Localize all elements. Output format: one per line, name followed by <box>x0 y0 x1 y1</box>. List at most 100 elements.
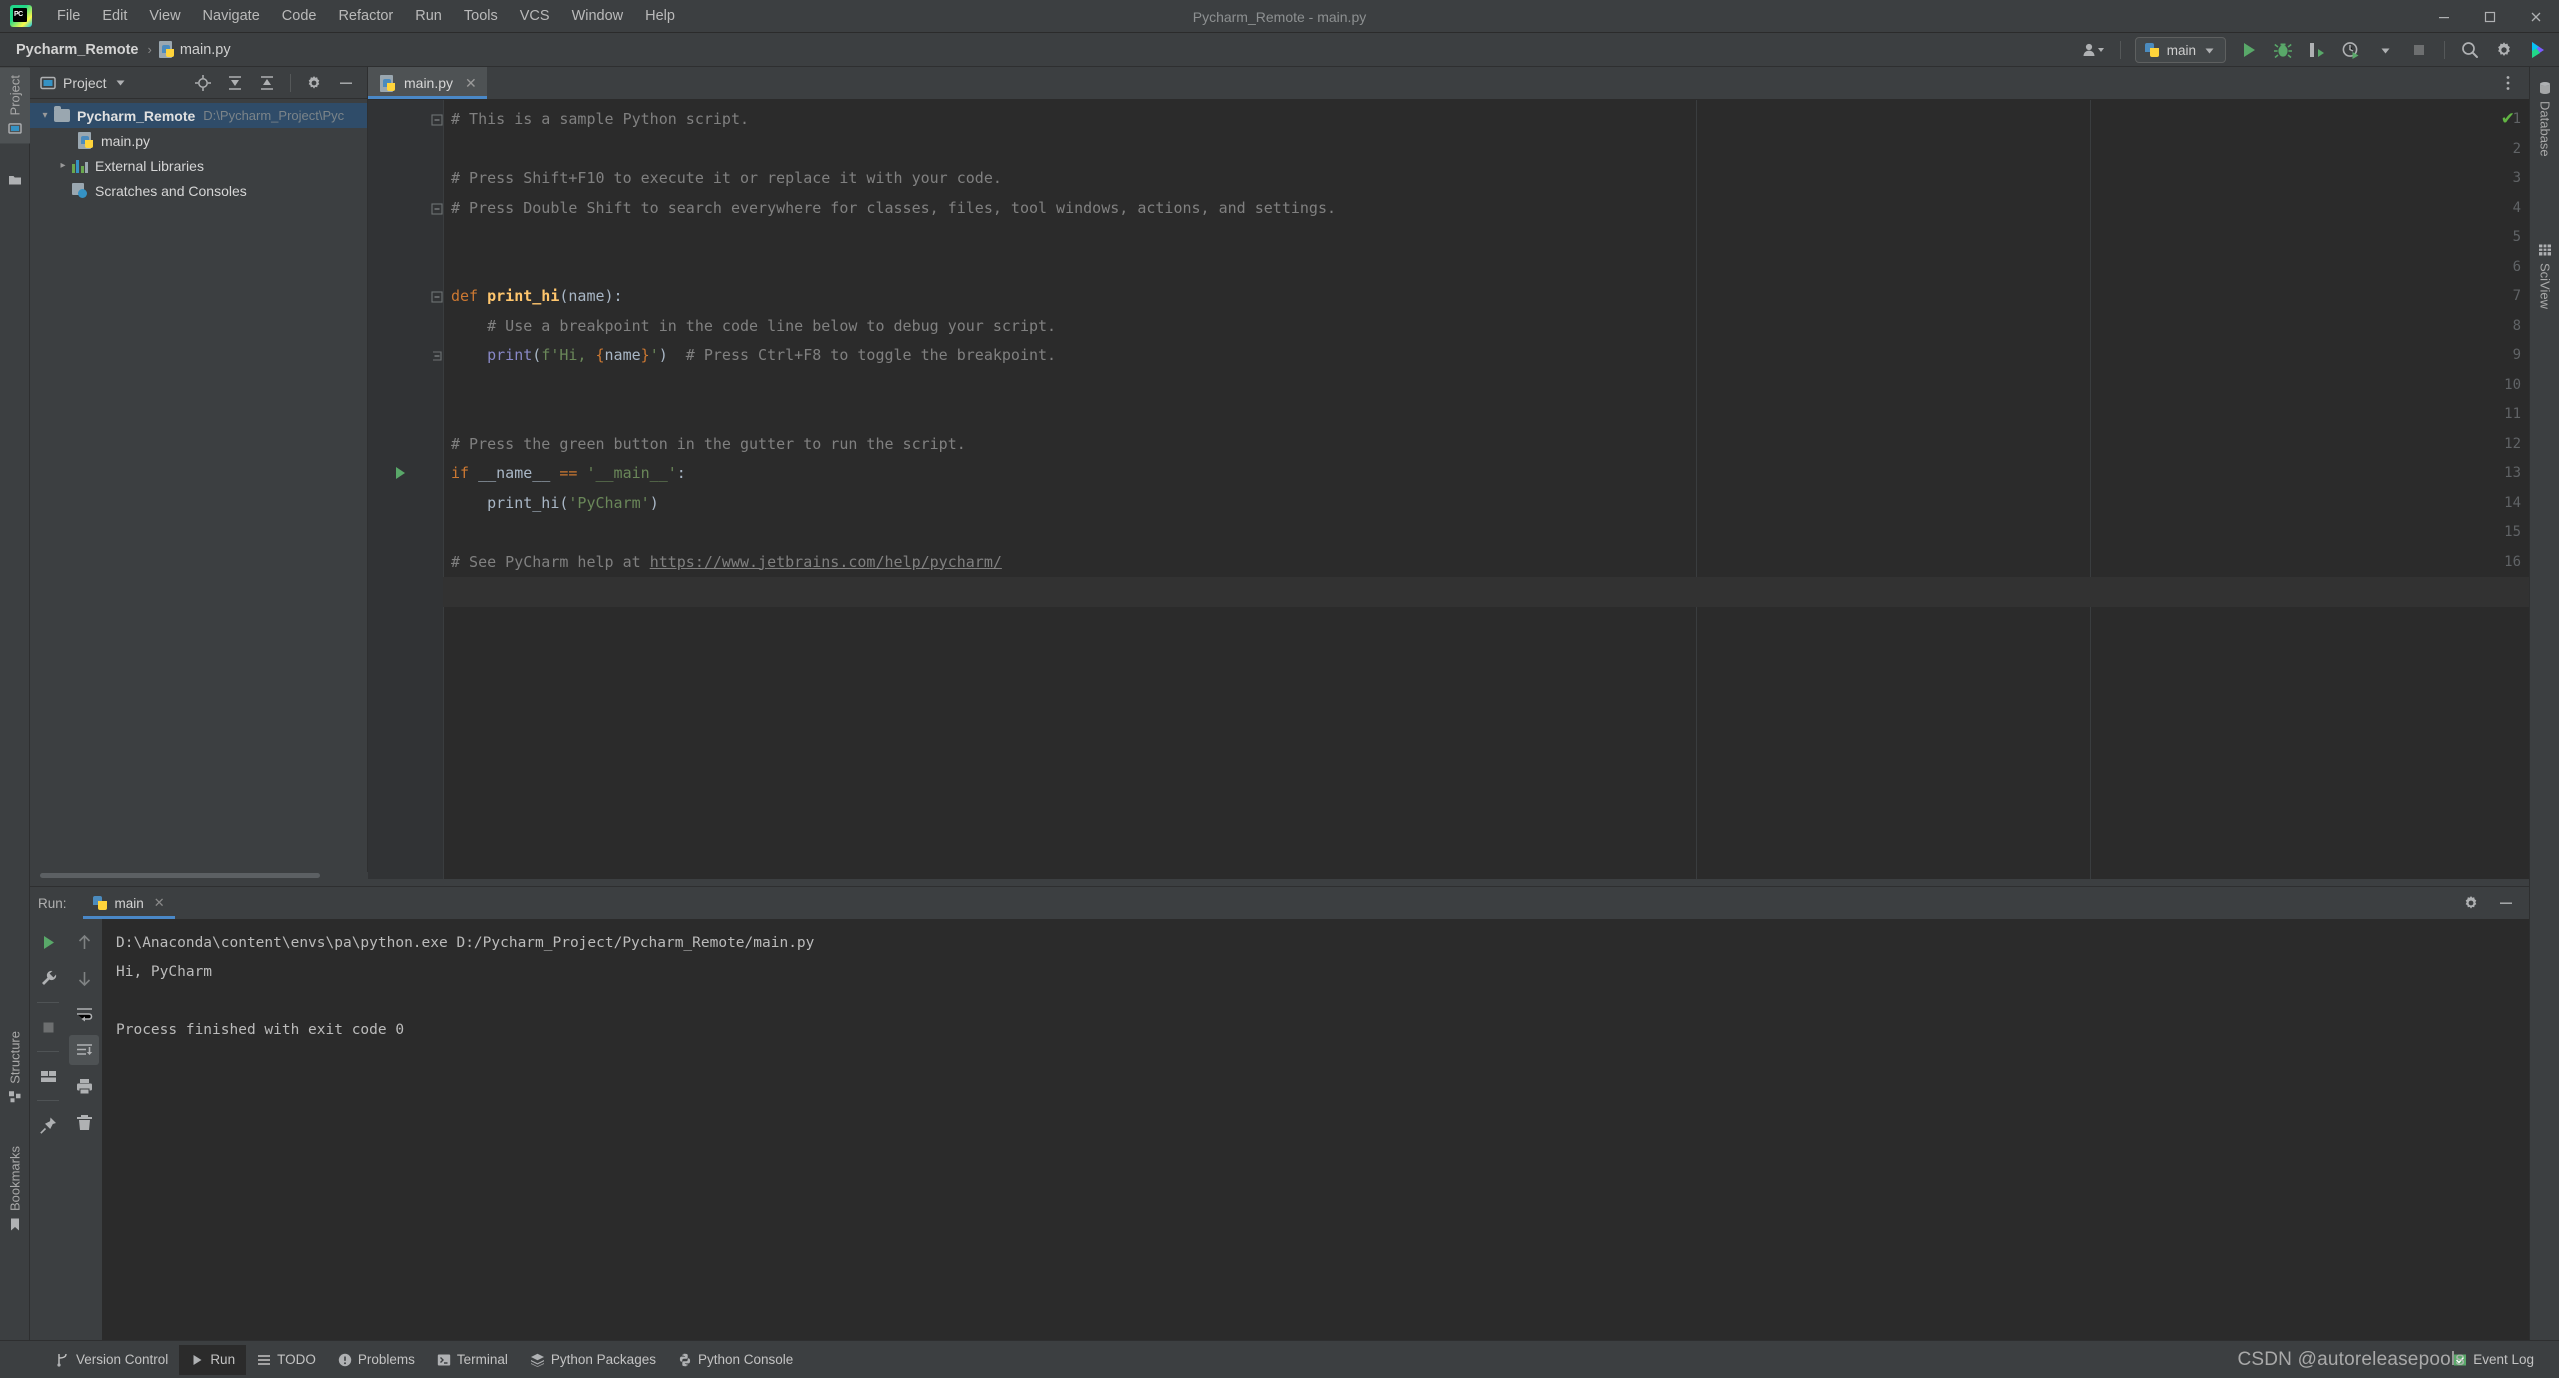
menu-file[interactable]: File <box>46 4 91 28</box>
sidebar-item-sciview[interactable]: SciView <box>2530 235 2559 317</box>
user-dropdown-icon[interactable] <box>2080 37 2110 63</box>
code-line[interactable] <box>443 400 2529 430</box>
code-fold-icon[interactable] <box>431 350 443 362</box>
code-line[interactable]: def print_hi(name): <box>443 282 2529 312</box>
breadcrumb-file[interactable]: main.py <box>155 39 235 60</box>
editor-more-options-icon[interactable] <box>2493 70 2523 96</box>
sidebar-item-structure[interactable]: Structure <box>0 1023 30 1112</box>
code-line[interactable]: # This is a sample Python script. <box>443 105 2529 135</box>
profile-dropdown-icon[interactable] <box>2370 37 2400 63</box>
settings-gear-icon[interactable] <box>299 70 329 96</box>
stop-button[interactable] <box>2404 37 2434 63</box>
code-line[interactable] <box>443 135 2529 165</box>
run-with-coverage-button[interactable] <box>2302 37 2332 63</box>
run-button[interactable] <box>2234 37 2264 63</box>
menu-navigate[interactable]: Navigate <box>192 4 271 28</box>
wrench-icon[interactable] <box>33 963 63 993</box>
code-line[interactable] <box>443 253 2529 283</box>
menu-vcs[interactable]: VCS <box>509 4 561 28</box>
minimize-button[interactable] <box>2421 0 2467 33</box>
code-line[interactable]: print(f'Hi, {name}') # Press Ctrl+F8 to … <box>443 341 2529 371</box>
code-fold-icon[interactable] <box>431 202 443 215</box>
project-panel-hscrollbar[interactable] <box>30 872 368 879</box>
menu-refactor[interactable]: Refactor <box>327 4 404 28</box>
code-line[interactable]: print_hi('PyCharm') <box>443 489 2529 519</box>
maximize-button[interactable] <box>2467 0 2513 33</box>
run-configuration-selector[interactable]: main <box>2134 37 2226 63</box>
gutter-run-icon[interactable] <box>394 466 407 480</box>
settings-gear-icon[interactable] <box>2456 890 2486 916</box>
scroll-up-icon[interactable] <box>69 927 99 957</box>
breadcrumb-project[interactable]: Pycharm_Remote <box>10 40 145 60</box>
status-item-version-control[interactable]: Version Control <box>44 1345 179 1375</box>
code-content[interactable]: # This is a sample Python script. # Press… <box>443 100 2529 879</box>
menu-view[interactable]: View <box>138 4 191 28</box>
scroll-to-end-icon[interactable] <box>69 1035 99 1065</box>
code-line[interactable] <box>443 577 2529 607</box>
status-item-terminal[interactable]: Terminal <box>426 1345 519 1375</box>
stop-button[interactable] <box>33 1012 63 1042</box>
code-line[interactable] <box>443 518 2529 548</box>
project-panel-title[interactable]: Project <box>40 75 127 91</box>
chevron-down-icon[interactable]: ▾ <box>36 110 54 121</box>
ai-assistant-icon[interactable] <box>2523 37 2553 63</box>
search-icon[interactable] <box>2455 37 2485 63</box>
close-run-tab-icon[interactable]: ✕ <box>154 895 165 911</box>
debug-button[interactable] <box>2268 37 2298 63</box>
hide-panel-icon[interactable] <box>331 70 361 96</box>
status-item-python-packages[interactable]: Python Packages <box>519 1345 667 1375</box>
menu-help[interactable]: Help <box>634 4 686 28</box>
scroll-down-icon[interactable] <box>69 963 99 993</box>
status-item-run[interactable]: Run <box>179 1344 247 1375</box>
hide-panel-icon[interactable] <box>2491 890 2521 916</box>
status-item-problems-label: Problems <box>357 1352 415 1367</box>
menu-window[interactable]: Window <box>561 4 635 28</box>
status-item-problems[interactable]: Problems <box>327 1345 426 1375</box>
run-tab-main[interactable]: main ✕ <box>82 887 175 919</box>
tree-item-mainpy[interactable]: main.py <box>30 128 367 153</box>
code-line[interactable]: # See PyCharm help at https://www.jetbra… <box>443 548 2529 578</box>
settings-gear-icon[interactable] <box>2489 37 2519 63</box>
menu-tools[interactable]: Tools <box>453 4 509 28</box>
run-console-output[interactable]: D:\Anaconda\content\envs\pa\python.exe D… <box>102 919 2529 1340</box>
tree-item-project-root[interactable]: ▾ Pycharm_Remote D:\Pycharm_Project\Pyc <box>30 103 367 128</box>
close-button[interactable] <box>2513 0 2559 33</box>
code-line[interactable] <box>443 223 2529 253</box>
chevron-right-icon[interactable]: ▸ <box>54 160 72 171</box>
editor-body[interactable]: ✔ 1234567891011121314151617 # This is a … <box>368 100 2529 879</box>
collapse-all-icon[interactable] <box>252 70 282 96</box>
pin-icon[interactable] <box>33 1110 63 1140</box>
sidebar-item-project[interactable]: Project <box>0 67 30 144</box>
code-fold-icon[interactable] <box>431 291 443 303</box>
sidebar-item-structure-label: Structure <box>7 1031 23 1084</box>
code-line[interactable]: # Press Shift+F10 to execute it or repla… <box>443 164 2529 194</box>
menu-code[interactable]: Code <box>271 4 328 28</box>
tree-item-scratches[interactable]: Scratches and Consoles <box>30 178 367 203</box>
sidebar-item-bookmarks-top[interactable] <box>0 165 30 195</box>
code-line[interactable] <box>443 371 2529 401</box>
menu-run[interactable]: Run <box>404 4 453 28</box>
tree-item-external-libraries[interactable]: ▸ External Libraries <box>30 153 367 178</box>
status-item-python-console[interactable]: Python Console <box>667 1345 804 1375</box>
soft-wrap-icon[interactable] <box>69 999 99 1029</box>
clear-all-icon[interactable] <box>69 1107 99 1137</box>
print-icon[interactable] <box>69 1071 99 1101</box>
rerun-button[interactable] <box>33 927 63 957</box>
code-line[interactable]: # Press Double Shift to search everywher… <box>443 194 2529 224</box>
profile-button[interactable] <box>2336 37 2366 63</box>
sidebar-item-database[interactable]: Database <box>2530 73 2559 165</box>
locate-file-icon[interactable] <box>188 70 218 96</box>
expand-all-icon[interactable] <box>220 70 250 96</box>
status-item-todo[interactable]: TODO <box>246 1345 327 1375</box>
menu-edit[interactable]: Edit <box>91 4 138 28</box>
code-line[interactable]: if __name__ == '__main__': <box>443 459 2529 489</box>
code-fold-icon[interactable] <box>431 114 443 126</box>
menu-tools-label: Tools <box>463 8 498 24</box>
sidebar-item-bookmarks[interactable]: Bookmarks <box>0 1138 30 1240</box>
close-tab-icon[interactable]: ✕ <box>465 75 477 92</box>
code-line[interactable]: # Use a breakpoint in the code line belo… <box>443 312 2529 342</box>
layout-settings-icon[interactable] <box>33 1061 63 1091</box>
editor-tab-mainpy[interactable]: main.py ✕ <box>368 67 487 99</box>
editor-gutter[interactable] <box>368 100 443 879</box>
code-line[interactable]: # Press the green button in the gutter t… <box>443 430 2529 460</box>
